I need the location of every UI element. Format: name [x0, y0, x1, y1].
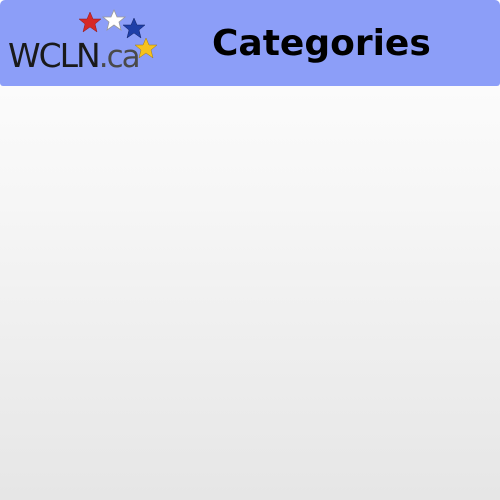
logo-text-main: WCLN: [8, 36, 101, 75]
main-content-area: [0, 86, 500, 500]
red-star-icon: [78, 11, 102, 33]
blue-star-icon: [122, 17, 146, 39]
logo-wordmark: WCLN.ca: [8, 36, 141, 76]
wcln-logo[interactable]: WCLN.ca: [6, 8, 162, 76]
logo-text-suffix: .ca: [98, 39, 141, 75]
white-star-icon: [101, 8, 127, 31]
page-title: Categories: [212, 23, 431, 64]
header-bar: WCLN.ca Categories: [0, 0, 500, 86]
